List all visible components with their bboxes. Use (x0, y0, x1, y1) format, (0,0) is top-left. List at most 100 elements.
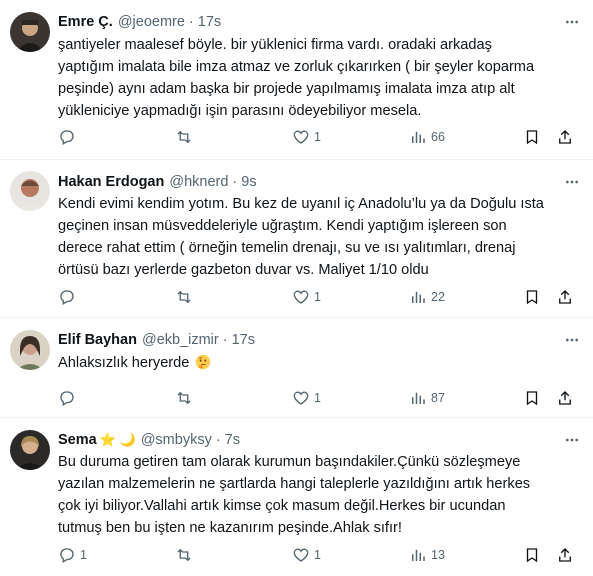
author-name[interactable]: Sema (58, 432, 97, 448)
like-button[interactable]: 1 (292, 388, 321, 408)
tweet-header: Elif Bayhan @ekb_izmir · 17s (58, 330, 255, 350)
retweet-icon (175, 128, 193, 146)
tweet-header: Hakan Erdogan @hknerd · 9s (58, 172, 257, 192)
like-button[interactable]: 1 (292, 287, 321, 307)
like-icon (292, 546, 310, 564)
views-button[interactable]: 87 (409, 388, 445, 408)
reply-icon (58, 546, 76, 564)
avatar[interactable] (10, 12, 50, 52)
share-icon[interactable] (556, 287, 574, 307)
views-count: 13 (431, 548, 445, 562)
reply-icon (58, 128, 76, 146)
author-name[interactable]: Emre Ç. (58, 14, 113, 30)
like-count: 1 (314, 290, 321, 304)
more-icon[interactable] (561, 332, 583, 348)
reply-button[interactable] (58, 388, 80, 408)
views-button[interactable]: 22 (409, 287, 445, 307)
tweet-text: Bu duruma getiren tam olarak kurumun baş… (58, 451, 579, 539)
more-icon[interactable] (561, 14, 583, 30)
author-name[interactable]: Elif Bayhan (58, 332, 137, 348)
retweet-button[interactable] (175, 127, 197, 147)
tweet-text-line: Ahlaksızlık heryerde (58, 355, 190, 371)
bookmark-icon[interactable] (523, 388, 541, 408)
retweet-button[interactable] (175, 287, 197, 307)
tweet-text-line: yaptığım imalata bile imza atmaz ve zorl… (58, 59, 535, 75)
separator-dot: · (215, 432, 221, 448)
share-icon[interactable] (556, 545, 574, 565)
tweet[interactable]: Sema ⭐ 🌙 @smbyksy · 7s Bu duruma getiren… (0, 418, 593, 576)
tweet[interactable]: Elif Bayhan @ekb_izmir · 17s Ahlaksızlık… (0, 318, 593, 418)
views-count: 87 (431, 391, 445, 405)
avatar[interactable] (10, 430, 50, 470)
views-button[interactable]: 13 (409, 545, 445, 565)
like-icon (292, 128, 310, 146)
tweet-text-line: örtüsü bazı yerlerde gazbeton duvar vs. … (58, 262, 429, 278)
reply-button[interactable] (58, 127, 80, 147)
share-icon[interactable] (556, 127, 574, 147)
bookmark-icon[interactable] (523, 287, 541, 307)
like-button[interactable]: 1 (292, 545, 321, 565)
tweet-text-line: derece rahat ettim ( örneğin temelin dre… (58, 240, 516, 256)
views-icon (409, 389, 427, 407)
tweet-text: Ahlaksızlık heryerde (58, 352, 579, 374)
tweet-text-line: Kendi evimi kendim yotım. Bu kez de uyan… (58, 196, 544, 212)
tweet-text-line: Bu duruma getiren tam olarak kurumun baş… (58, 454, 521, 470)
retweet-icon (175, 546, 193, 564)
reply-count: 1 (80, 548, 87, 562)
like-count: 1 (314, 548, 321, 562)
share-icon[interactable] (556, 388, 574, 408)
action-bar: 1 22 (58, 287, 578, 307)
like-button[interactable]: 1 (292, 127, 321, 147)
timestamp[interactable]: 17s (198, 14, 221, 30)
views-button[interactable]: 66 (409, 127, 445, 147)
bookmark-icon[interactable] (523, 127, 541, 147)
like-icon (292, 288, 310, 306)
reply-icon (58, 288, 76, 306)
avatar[interactable] (10, 171, 50, 211)
retweet-icon (175, 389, 193, 407)
like-count: 1 (314, 130, 321, 144)
tweet-text: Kendi evimi kendim yotım. Bu kez de uyan… (58, 193, 579, 281)
views-icon (409, 546, 427, 564)
bookmark-icon[interactable] (523, 545, 541, 565)
action-bar: 1 87 (58, 388, 578, 408)
tweet-text-line: peşinde) aynı adam başka bir projede yap… (58, 81, 515, 97)
author-handle[interactable]: @jeoemre (118, 14, 185, 30)
tweet-text-line: geçinen insan müsveddeleriyle uğraştım. … (58, 218, 507, 234)
author-handle[interactable]: @ekb_izmir (142, 332, 219, 348)
timestamp[interactable]: 7s (225, 432, 240, 448)
views-icon (409, 288, 427, 306)
avatar[interactable] (10, 330, 50, 370)
reply-button[interactable]: 1 (58, 545, 87, 565)
tweet[interactable]: Emre Ç. @jeoemre · 17s şantiyeler maales… (0, 0, 593, 160)
views-icon (409, 128, 427, 146)
tweet[interactable]: Hakan Erdogan @hknerd · 9s Kendi evimi k… (0, 160, 593, 318)
more-icon[interactable] (561, 174, 583, 190)
tweet-text-line: yükleniciye yapmadığı işin parasını ödey… (58, 103, 422, 119)
reply-button[interactable] (58, 287, 80, 307)
author-name[interactable]: Hakan Erdogan (58, 174, 164, 190)
more-icon[interactable] (561, 432, 583, 448)
tweet-text-line-wrap: Ahlaksızlık heryerde (58, 352, 579, 374)
tweet-text-line: yazılan malzemelerin ne şartlarda hangi … (58, 476, 531, 492)
views-count: 66 (431, 130, 445, 144)
tweet-text: şantiyeler maalesef böyle. bir yüklenici… (58, 34, 579, 122)
thinking-face-emoji (195, 354, 211, 370)
separator-dot: · (222, 332, 228, 348)
star-moon-badge: ⭐ 🌙 (99, 432, 136, 447)
like-icon (292, 389, 310, 407)
timestamp[interactable]: 9s (241, 174, 256, 190)
retweet-icon (175, 288, 193, 306)
tweet-text-line: şantiyeler maalesef böyle. bir yüklenici… (58, 37, 492, 53)
retweet-button[interactable] (175, 545, 197, 565)
timestamp[interactable]: 17s (232, 332, 255, 348)
author-handle[interactable]: @smbyksy (141, 432, 212, 448)
retweet-button[interactable] (175, 388, 197, 408)
separator-dot: · (188, 14, 194, 30)
tweet-feed: Emre Ç. @jeoemre · 17s şantiyeler maales… (0, 0, 593, 576)
author-handle[interactable]: @hknerd (169, 174, 228, 190)
action-bar: 1 1 13 (58, 545, 578, 565)
separator-dot: · (232, 174, 238, 190)
like-count: 1 (314, 391, 321, 405)
tweet-header: Emre Ç. @jeoemre · 17s (58, 12, 221, 32)
